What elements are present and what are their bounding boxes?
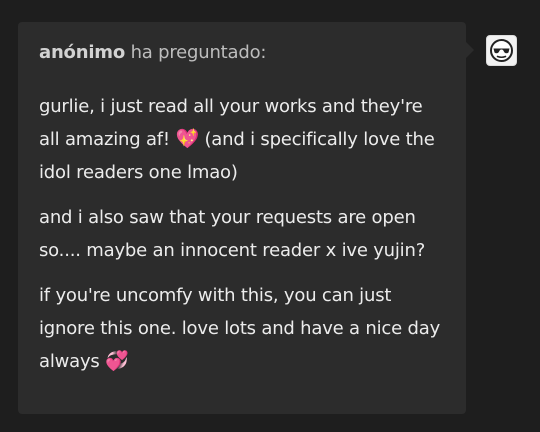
asker-line: anónimo ha preguntado: (39, 42, 446, 64)
revolving-hearts-emoji: 💞 (105, 350, 129, 372)
asker-suffix: ha preguntado: (125, 42, 267, 63)
anonymous-avatar-glyph (490, 39, 513, 62)
question-paragraph: if you're uncomfy with this, you can jus… (39, 279, 446, 378)
question-text: and i also saw that your requests are op… (39, 207, 426, 261)
question-paragraph: and i also saw that your requests are op… (39, 201, 446, 267)
question-text: if you're uncomfy with this, you can jus… (39, 285, 441, 372)
speech-bubble-pointer (466, 42, 474, 58)
sparkling-heart-emoji: 💖 (175, 128, 199, 150)
asker-name[interactable]: anónimo (39, 42, 125, 63)
question-body: gurlie, i just read all your works and t… (39, 90, 446, 378)
question-paragraph: gurlie, i just read all your works and t… (39, 90, 446, 189)
page: anónimo ha preguntado: gurlie, i just re… (0, 0, 540, 432)
anonymous-avatar-icon[interactable] (486, 35, 517, 66)
ask-card: anónimo ha preguntado: gurlie, i just re… (18, 22, 466, 414)
